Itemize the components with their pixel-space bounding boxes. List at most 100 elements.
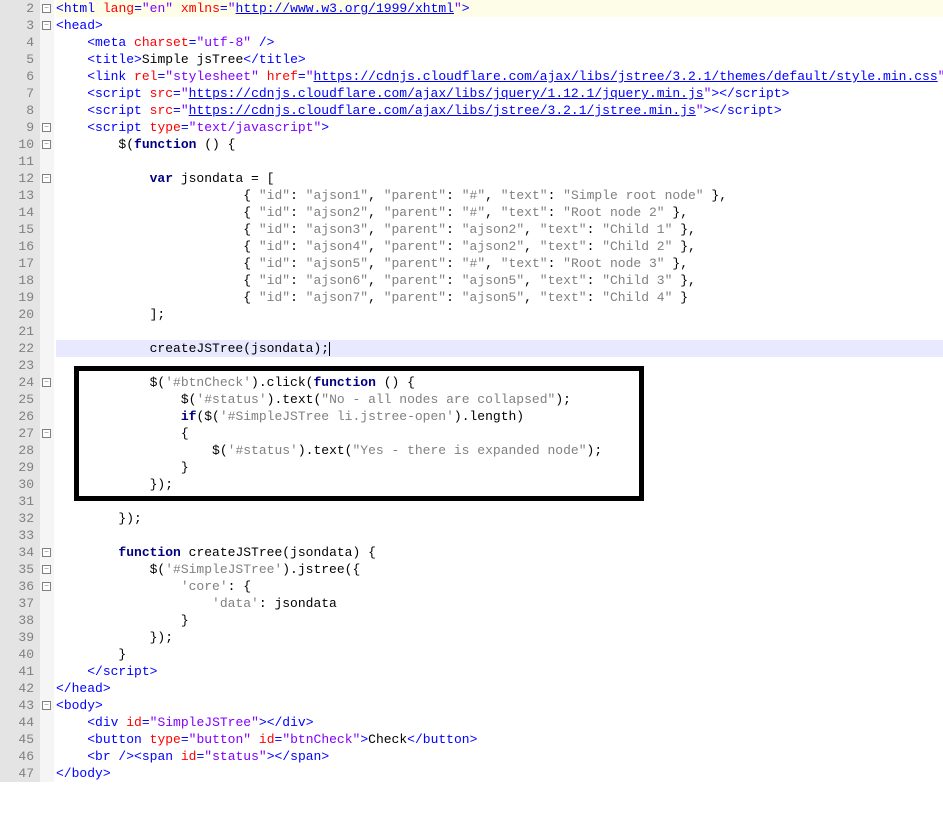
code-line[interactable]: } — [56, 646, 943, 663]
code-line[interactable]: ]; — [56, 306, 943, 323]
line-number: 7 — [0, 85, 34, 102]
code-line[interactable]: { "id": "ajson7", "parent": "ajson5", "t… — [56, 289, 943, 306]
code-line[interactable]: } — [56, 612, 943, 629]
line-number: 35 — [0, 561, 34, 578]
line-number: 20 — [0, 306, 34, 323]
line-number-gutter: 2345678910111213141516171819202122232425… — [0, 0, 40, 782]
code-line[interactable] — [56, 493, 943, 510]
code-line[interactable] — [56, 153, 943, 170]
code-line-current[interactable]: createJSTree(jsondata); — [56, 340, 943, 357]
fold-column: − − − − − − − − − − − — [40, 0, 54, 782]
fold-toggle-icon[interactable]: − — [42, 174, 51, 183]
code-line[interactable]: }); — [56, 476, 943, 493]
code-line[interactable]: <br /><span id="status"></span> — [56, 748, 943, 765]
line-number: 27 — [0, 425, 34, 442]
line-number: 32 — [0, 510, 34, 527]
code-line[interactable]: <head> — [56, 17, 943, 34]
line-number: 25 — [0, 391, 34, 408]
line-number: 2 — [0, 0, 34, 17]
line-number: 26 — [0, 408, 34, 425]
code-line[interactable]: var jsondata = [ — [56, 170, 943, 187]
text-cursor — [329, 342, 330, 356]
fold-toggle-icon[interactable]: − — [42, 429, 51, 438]
code-line[interactable]: 'core': { — [56, 578, 943, 595]
line-number: 21 — [0, 323, 34, 340]
code-editor[interactable]: <html lang="en" xmlns="http://www.w3.org… — [54, 0, 943, 782]
code-line[interactable]: } — [56, 459, 943, 476]
line-number: 38 — [0, 612, 34, 629]
line-number: 40 — [0, 646, 34, 663]
line-number: 13 — [0, 187, 34, 204]
code-line[interactable]: $('#status').text("Yes - there is expand… — [56, 442, 943, 459]
code-line[interactable] — [56, 357, 943, 374]
line-number: 22 — [0, 340, 34, 357]
line-number: 9 — [0, 119, 34, 136]
line-number: 4 — [0, 34, 34, 51]
line-number: 34 — [0, 544, 34, 561]
code-line[interactable]: { "id": "ajson1", "parent": "#", "text":… — [56, 187, 943, 204]
code-line[interactable]: 'data': jsondata — [56, 595, 943, 612]
code-line[interactable]: <div id="SimpleJSTree"></div> — [56, 714, 943, 731]
line-number: 43 — [0, 697, 34, 714]
line-number: 8 — [0, 102, 34, 119]
line-number: 19 — [0, 289, 34, 306]
fold-toggle-icon[interactable]: − — [42, 123, 51, 132]
code-line[interactable]: <link rel="stylesheet" href="https://cdn… — [56, 68, 943, 85]
line-number: 17 — [0, 255, 34, 272]
line-number: 29 — [0, 459, 34, 476]
line-number: 46 — [0, 748, 34, 765]
line-number: 6 — [0, 68, 34, 85]
line-number: 42 — [0, 680, 34, 697]
fold-toggle-icon[interactable]: − — [42, 378, 51, 387]
line-number: 5 — [0, 51, 34, 68]
line-number: 3 — [0, 17, 34, 34]
code-line[interactable]: $('#status').text("No - all nodes are co… — [56, 391, 943, 408]
code-line[interactable]: { "id": "ajson4", "parent": "ajson2", "t… — [56, 238, 943, 255]
code-line[interactable]: <script type="text/javascript"> — [56, 119, 943, 136]
line-number: 45 — [0, 731, 34, 748]
line-number: 10 — [0, 136, 34, 153]
code-line[interactable]: <script src="https://cdnjs.cloudflare.co… — [56, 85, 943, 102]
fold-toggle-icon[interactable]: − — [42, 4, 51, 13]
code-line[interactable]: $('#SimpleJSTree').jstree({ — [56, 561, 943, 578]
line-number: 31 — [0, 493, 34, 510]
line-number: 16 — [0, 238, 34, 255]
fold-toggle-icon[interactable]: − — [42, 548, 51, 557]
line-number: 47 — [0, 765, 34, 782]
code-line[interactable]: { "id": "ajson2", "parent": "#", "text":… — [56, 204, 943, 221]
code-line[interactable]: $(function () { — [56, 136, 943, 153]
fold-toggle-icon[interactable]: − — [42, 582, 51, 591]
code-line[interactable]: }); — [56, 629, 943, 646]
code-line[interactable]: if($('#SimpleJSTree li.jstree-open').len… — [56, 408, 943, 425]
code-line[interactable]: { "id": "ajson6", "parent": "ajson5", "t… — [56, 272, 943, 289]
code-line[interactable]: <body> — [56, 697, 943, 714]
fold-toggle-icon[interactable]: − — [42, 565, 51, 574]
line-number: 18 — [0, 272, 34, 289]
code-line[interactable]: { "id": "ajson3", "parent": "ajson2", "t… — [56, 221, 943, 238]
line-number: 28 — [0, 442, 34, 459]
code-line[interactable]: </head> — [56, 680, 943, 697]
code-line[interactable]: </script> — [56, 663, 943, 680]
fold-toggle-icon[interactable]: − — [42, 701, 51, 710]
line-number: 11 — [0, 153, 34, 170]
code-line[interactable] — [56, 323, 943, 340]
code-line[interactable]: <title>Simple jsTree</title> — [56, 51, 943, 68]
code-line[interactable]: { "id": "ajson5", "parent": "#", "text":… — [56, 255, 943, 272]
fold-toggle-icon[interactable]: − — [42, 140, 51, 149]
line-number: 37 — [0, 595, 34, 612]
line-number: 24 — [0, 374, 34, 391]
line-number: 12 — [0, 170, 34, 187]
code-line[interactable] — [56, 527, 943, 544]
code-line[interactable]: }); — [56, 510, 943, 527]
line-number: 23 — [0, 357, 34, 374]
code-line[interactable]: </body> — [56, 765, 943, 782]
code-line[interactable]: function createJSTree(jsondata) { — [56, 544, 943, 561]
line-number: 36 — [0, 578, 34, 595]
code-line[interactable]: <html lang="en" xmlns="http://www.w3.org… — [56, 0, 943, 17]
code-line[interactable]: $('#btnCheck').click(function () { — [56, 374, 943, 391]
code-line[interactable]: <meta charset="utf-8" /> — [56, 34, 943, 51]
code-line[interactable]: <script src="https://cdnjs.cloudflare.co… — [56, 102, 943, 119]
code-line[interactable]: { — [56, 425, 943, 442]
fold-toggle-icon[interactable]: − — [42, 21, 51, 30]
code-line[interactable]: <button type="button" id="btnCheck">Chec… — [56, 731, 943, 748]
